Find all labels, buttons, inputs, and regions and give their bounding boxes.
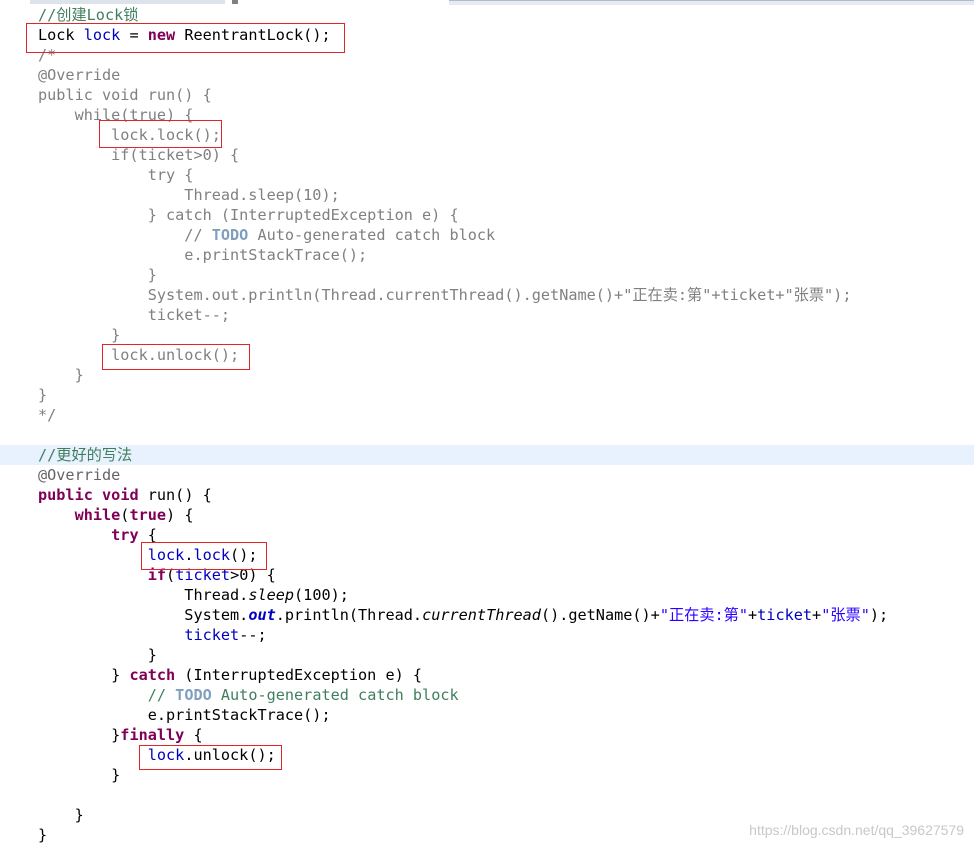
code-line[interactable]: while(true) { xyxy=(0,505,974,525)
code-line[interactable]: } xyxy=(0,385,974,405)
code-line-text: } xyxy=(38,646,157,664)
code-line[interactable]: try { xyxy=(0,165,974,185)
code-line[interactable] xyxy=(0,425,974,445)
code-line[interactable]: if(ticket>0) { xyxy=(0,565,974,585)
code-line-text: try { xyxy=(111,526,157,544)
code-line-text: //创建Lock锁 xyxy=(38,6,139,24)
code-line[interactable]: public void run() { xyxy=(0,85,974,105)
code-line-text: Thread.sleep(100); xyxy=(38,586,349,604)
code-line[interactable]: } xyxy=(0,765,974,785)
watermark: https://blog.csdn.net/qq_39627579 xyxy=(749,822,964,838)
code-line-text: @Override xyxy=(38,66,121,84)
code-line-text: while(true) { xyxy=(74,506,194,524)
code-line-text: public void run() { xyxy=(38,86,212,104)
code-line[interactable]: if(ticket>0) { xyxy=(0,145,974,165)
code-line-text: ticket--; xyxy=(184,626,267,644)
code-line-text: e.printStackTrace(); xyxy=(38,706,331,724)
code-line[interactable]: }finally { xyxy=(0,725,974,745)
code-line-text: } xyxy=(38,826,48,844)
code-line[interactable]: } xyxy=(0,645,974,665)
code-line[interactable]: */ xyxy=(0,405,974,425)
code-line[interactable]: lock.lock(); xyxy=(0,125,974,145)
code-line-text: while(true) { xyxy=(38,106,194,124)
code-line[interactable]: ticket--; xyxy=(0,305,974,325)
code-line-text: // TODO Auto-generated catch block xyxy=(147,686,459,704)
code-line-text: Thread.sleep(10); xyxy=(38,186,340,204)
code-line[interactable]: public void run() { xyxy=(0,485,974,505)
code-line[interactable]: e.printStackTrace(); xyxy=(0,705,974,725)
code-editor[interactable]: //创建Lock锁 Lock lock = new ReentrantLock()… xyxy=(0,0,974,850)
code-line[interactable]: // TODO Auto-generated catch block xyxy=(0,685,974,705)
code-line[interactable]: Thread.sleep(10); xyxy=(0,185,974,205)
code-line[interactable]: } xyxy=(0,365,974,385)
code-line-text: } xyxy=(38,266,157,284)
code-line-text: lock.lock(); xyxy=(38,126,221,144)
code-line[interactable]: @Override xyxy=(0,65,974,85)
code-line-text: lock.unlock(); xyxy=(147,746,276,764)
code-line[interactable]: Thread.sleep(100); xyxy=(0,585,974,605)
code-line-text: }finally { xyxy=(38,726,203,744)
code-line-text: } xyxy=(38,806,84,824)
code-line[interactable]: ticket--; xyxy=(0,625,974,645)
code-line-text: System.out.println(Thread.currentThread(… xyxy=(38,286,852,304)
code-line-text: } xyxy=(38,366,84,384)
code-line[interactable]: lock.lock(); xyxy=(0,545,974,565)
code-line[interactable]: } xyxy=(0,325,974,345)
code-line[interactable] xyxy=(0,785,974,805)
code-line-text: } xyxy=(38,326,121,344)
code-line[interactable]: e.printStackTrace(); xyxy=(0,245,974,265)
code-line-text: try { xyxy=(38,166,194,184)
code-line-text: ticket--; xyxy=(38,306,231,324)
code-line[interactable]: } catch (InterruptedException e) { xyxy=(0,665,974,685)
code-line[interactable]: Lock lock = new ReentrantLock(); xyxy=(0,25,974,45)
code-line-text: lock.unlock(); xyxy=(38,346,240,364)
code-line[interactable]: while(true) { xyxy=(0,105,974,125)
code-line-text: if(ticket>0) { xyxy=(38,146,240,164)
code-line-text: System.out.println(Thread.currentThread(… xyxy=(38,606,889,624)
code-line[interactable]: // TODO Auto-generated catch block xyxy=(0,225,974,245)
code-line-text: e.printStackTrace(); xyxy=(38,246,368,264)
code-line[interactable]: try { xyxy=(0,525,974,545)
code-line-text: } catch (InterruptedException e) { xyxy=(38,666,423,684)
code-line[interactable]: //创建Lock锁 xyxy=(0,5,974,25)
code-line[interactable]: lock.unlock(); xyxy=(0,745,974,765)
code-line[interactable]: System.out.println(Thread.currentThread(… xyxy=(0,605,974,625)
code-line-text: */ xyxy=(38,406,57,424)
code-line-text: /* xyxy=(38,46,57,64)
code-line-text: // TODO Auto-generated catch block xyxy=(38,226,496,244)
code-line[interactable]: /* xyxy=(0,45,974,65)
code-line-text: Lock lock = new ReentrantLock(); xyxy=(38,26,331,44)
code-line[interactable]: } xyxy=(0,265,974,285)
code-line-text: } xyxy=(38,386,48,404)
code-line-text: if(ticket>0) { xyxy=(147,566,276,584)
code-line-text: } xyxy=(38,766,121,784)
code-line-text: lock.lock(); xyxy=(147,546,258,564)
code-line-text: //更好的写法 xyxy=(38,446,133,464)
code-line-text: @Override xyxy=(38,466,121,484)
code-line-text: public void run() { xyxy=(38,486,212,504)
code-line[interactable]: System.out.println(Thread.currentThread(… xyxy=(0,285,974,305)
code-line[interactable]: @Override xyxy=(0,465,974,485)
code-line[interactable]: //更好的写法 xyxy=(0,445,974,465)
code-line[interactable]: lock.unlock(); xyxy=(0,345,974,365)
code-line-text: } catch (InterruptedException e) { xyxy=(38,206,459,224)
code-line[interactable]: } catch (InterruptedException e) { xyxy=(0,205,974,225)
